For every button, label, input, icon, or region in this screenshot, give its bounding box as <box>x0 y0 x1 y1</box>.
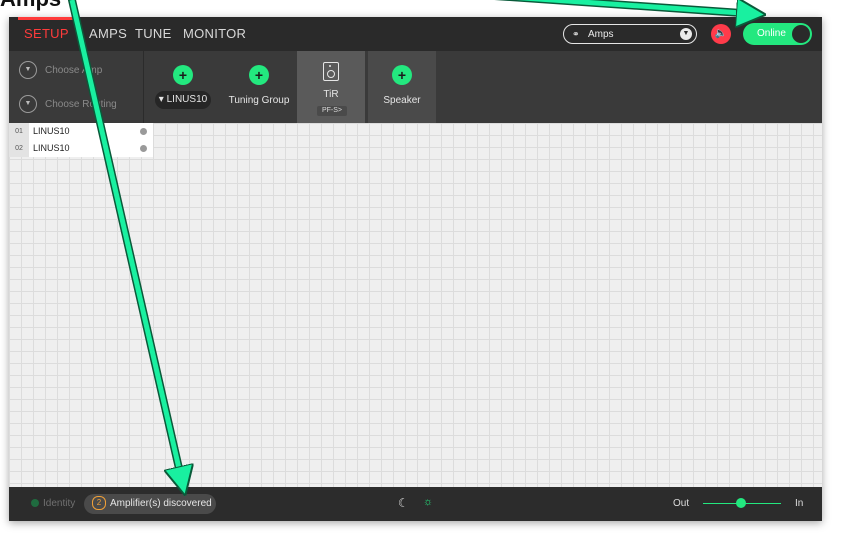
amplifiers-discovered-button[interactable]: 2 Amplifier(s) discovered <box>84 494 216 514</box>
tab-tune[interactable]: TUNE <box>135 17 172 51</box>
online-toggle[interactable]: Online <box>743 23 812 45</box>
identity-indicator <box>31 499 39 507</box>
list-item[interactable]: 01 LINUS10 <box>9 123 153 140</box>
chevron-down-icon: ▼ <box>680 28 692 40</box>
app-window: SETUP AMPS TUNE MONITOR ⚭ Amps ▼ 🔈 Online… <box>9 17 822 521</box>
status-dot <box>140 128 147 135</box>
toggle-knob <box>792 25 810 43</box>
identity-toggle[interactable]: Identity <box>31 497 75 511</box>
chevron-down-icon: ▼ <box>19 95 37 114</box>
add-tuning-group-button[interactable]: + <box>249 65 269 85</box>
arrow-outline <box>494 0 760 18</box>
tab-setup[interactable]: SETUP <box>18 17 75 51</box>
choose-routing-button[interactable]: ▼ Choose Routing <box>19 95 117 115</box>
list-item[interactable]: 02 LINUS10 <box>9 140 153 157</box>
choose-amp-label: Choose Amp <box>45 65 103 76</box>
top-nav: SETUP AMPS TUNE MONITOR ⚭ Amps ▼ 🔈 Online <box>9 17 822 51</box>
discovered-label: Amplifier(s) discovered <box>110 498 212 509</box>
moon-icon[interactable]: ☾ <box>398 496 409 510</box>
amps-dropdown-value: Amps <box>588 29 614 40</box>
out-label: Out <box>673 498 690 509</box>
online-label: Online <box>757 28 786 39</box>
plus-icon: + <box>178 67 188 83</box>
tir-label: TiR <box>323 89 339 100</box>
setup-toolbar: ▼ Choose Amp ▼ Choose Routing + ▾ LINUS10 … <box>9 51 822 123</box>
sun-icon[interactable]: ☼ <box>423 496 433 508</box>
speaker-label: Speaker <box>383 95 421 106</box>
in-label: In <box>795 498 804 509</box>
add-amp-column: + ▾ LINUS10 <box>149 51 217 123</box>
tab-amps[interactable]: AMPS <box>89 17 127 51</box>
linus-model-label: LINUS10 <box>166 94 208 105</box>
speaker-column: + Speaker <box>368 51 436 123</box>
linus-model-select[interactable]: ▾ LINUS10 <box>155 91 211 109</box>
discovered-count-badge: 2 <box>92 496 106 511</box>
add-speaker-button[interactable]: + <box>392 65 412 85</box>
slider-handle[interactable] <box>736 498 746 508</box>
arrow-to-online <box>516 0 756 14</box>
plus-icon: + <box>254 67 264 83</box>
amp-number: 02 <box>9 140 29 157</box>
status-dot <box>140 145 147 152</box>
choose-amp-button[interactable]: ▼ Choose Amp <box>19 61 102 81</box>
mute-icon: 🔈 <box>714 28 728 39</box>
tab-monitor[interactable]: MONITOR <box>183 17 246 51</box>
add-amp-button[interactable]: + <box>173 65 193 85</box>
speaker-icon <box>323 62 339 81</box>
amp-name: LINUS10 <box>33 143 70 153</box>
status-bar: Identity 2 Amplifier(s) discovered ☾ ☼ Ou… <box>9 487 822 521</box>
tuning-group-label: Tuning Group <box>228 95 290 106</box>
choose-routing-label: Choose Routing <box>45 99 117 110</box>
identity-label: Identity <box>43 498 76 509</box>
amplifier-list: 01 LINUS10 02 LINUS10 <box>9 123 153 157</box>
chevron-down-icon: ▼ <box>19 61 37 80</box>
amps-dropdown[interactable]: ⚭ Amps ▼ <box>563 24 697 44</box>
tir-preset-label: PF-S> <box>317 106 347 116</box>
tir-column[interactable]: TiR PF-S> <box>297 51 365 123</box>
tuning-group-column: + Tuning Group <box>223 51 295 123</box>
amp-name: LINUS10 <box>33 126 70 136</box>
caption-text: Amps <box>0 0 61 12</box>
routing-canvas[interactable]: 01 LINUS10 02 LINUS10 <box>9 123 822 487</box>
plus-icon: + <box>397 67 407 83</box>
toolbar-divider <box>143 51 144 123</box>
link-icon: ⚭ <box>572 29 580 39</box>
mute-button[interactable]: 🔈 <box>711 24 731 44</box>
amp-number: 01 <box>9 123 29 140</box>
